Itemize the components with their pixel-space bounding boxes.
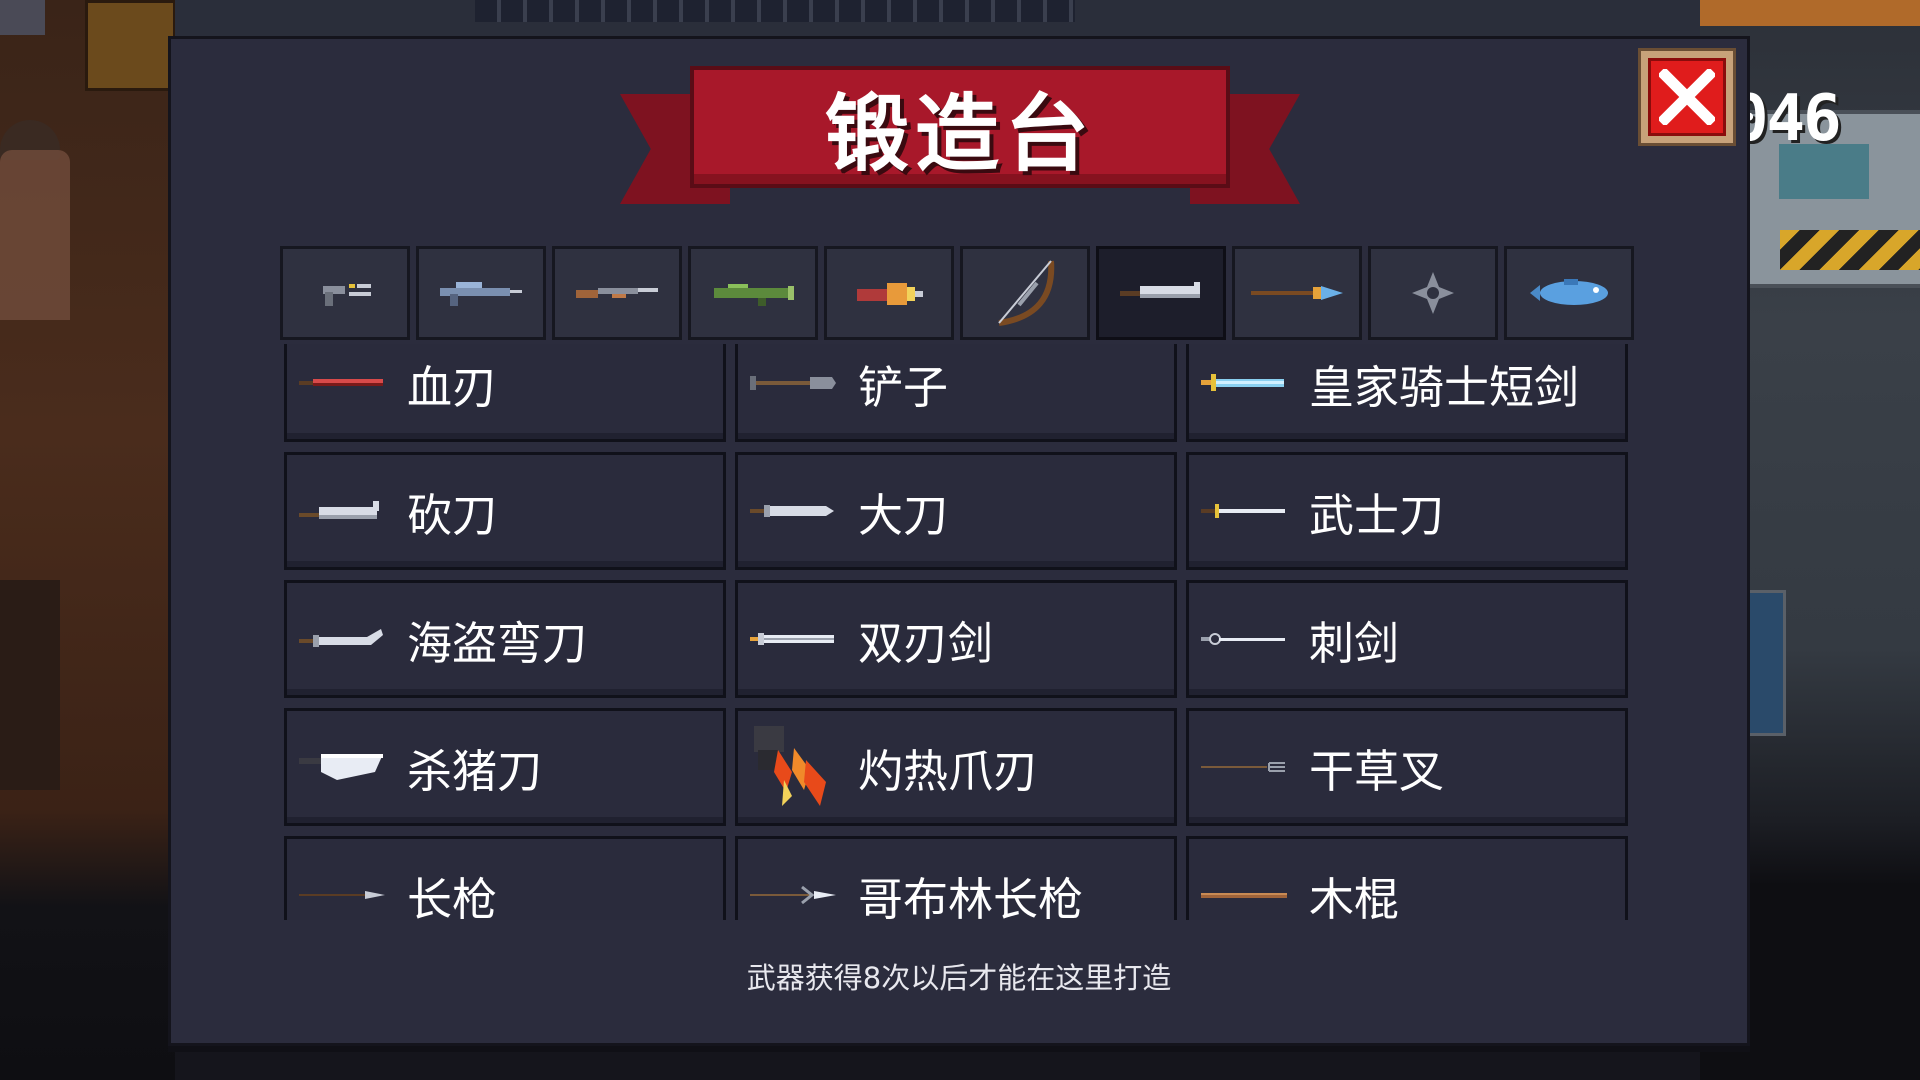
weapon-cell[interactable]: 哥布林长枪 [735,836,1177,920]
weapon-cell[interactable]: 铲子 [735,344,1177,442]
weapon-cell[interactable]: 海盗弯刀 [284,580,726,698]
background-crate [85,0,176,91]
tab-launcher[interactable] [688,246,818,340]
weapon-name: 海盗弯刀 [407,616,588,670]
hazard-stripes [1780,230,1920,270]
close-button[interactable] [1638,48,1736,146]
tab-pistol[interactable] [280,246,410,340]
katana-icon [1199,491,1295,531]
background-top-wall [175,0,1700,38]
weapon-name: 木棍 [1309,872,1400,921]
launcher-icon [714,284,794,306]
fish-icon [1530,279,1608,305]
spear-icon [1251,286,1343,300]
blazing-claw-icon [748,726,844,806]
blood-blade-icon [297,363,393,403]
title-banner: 锻造台 [620,66,1300,216]
double-edged-sword-icon [748,619,844,659]
machete-icon [297,491,393,531]
shovel-icon [748,363,844,403]
pitchfork-icon [1199,747,1295,787]
weapon-name: 大刀 [858,488,949,542]
weapon-cell[interactable]: 木棍 [1186,836,1628,920]
long-spear-icon [297,875,393,915]
dialog-title: 锻造台 [824,84,1095,183]
background-pipe [1700,0,1920,26]
weapon-cell[interactable]: 大刀 [735,452,1177,570]
tab-special[interactable] [1504,246,1634,340]
tab-spear[interactable] [1232,246,1362,340]
weapon-name: 皇家骑士短剑 [1309,360,1580,414]
close-icon [1648,58,1726,136]
weapon-name: 灼热爪刃 [858,744,1039,798]
tab-shotgun[interactable] [552,246,682,340]
forge-hint-text: 武器获得8次以后才能在这里打造 [746,961,1172,995]
background-left-scene [0,0,176,1080]
weapon-cell[interactable]: 双刃剑 [735,580,1177,698]
weapon-name: 干草叉 [1309,744,1445,798]
weapon-cell[interactable]: 皇家骑士短剑 [1186,344,1628,442]
tab-melee[interactable] [1096,246,1226,340]
weapon-cell[interactable]: 刺剑 [1186,580,1628,698]
goblin-spear-icon [748,875,844,915]
tab-throwing[interactable] [1368,246,1498,340]
weapon-cell[interactable]: 干草叉 [1186,708,1628,826]
weapon-cell[interactable]: 长枪 [284,836,726,920]
shotgun-icon [576,288,658,298]
weapon-name: 长枪 [407,872,498,921]
weapon-name: 砍刀 [407,488,498,542]
weapon-name: 武士刀 [1309,488,1445,542]
pistol-icon [323,284,371,306]
weapon-name: 刺剑 [1309,616,1400,670]
butcher-knife-icon [297,747,393,787]
weapon-name: 血刃 [407,360,498,414]
weapon-name: 杀猪刀 [407,744,543,798]
weapon-cell[interactable]: 血刃 [284,344,726,442]
tab-bow[interactable] [960,246,1090,340]
royal-knight-sword-icon [1199,363,1295,403]
weapon-category-tabs [280,246,1640,340]
background-prop [0,0,45,35]
tab-laser-gun[interactable] [824,246,954,340]
weapon-cell[interactable]: 灼热爪刃 [735,708,1177,826]
background-shelf [0,580,60,790]
bow-icon [998,260,1055,326]
melee-sword-icon [1120,282,1200,298]
pirate-cutlass-icon [297,619,393,659]
laser-gun-icon [857,283,923,305]
tab-rifle[interactable] [416,246,546,340]
weapon-cell[interactable]: 砍刀 [284,452,726,570]
rapier-icon [1199,619,1295,659]
weapon-name: 双刃剑 [858,616,994,670]
rifle-icon [440,282,522,306]
npc-character [0,150,70,320]
weapon-list[interactable]: 血刃 铲子 皇家骑士短剑砍刀 大刀 武士刀海盗弯刀 双刃剑 刺剑杀猪刀 灼热爪刃 干草叉长枪 哥布… [280,344,1640,920]
shuriken-icon [1412,272,1454,314]
weapon-cell[interactable]: 武士刀 [1186,452,1628,570]
weapon-name: 哥布林长枪 [858,872,1084,921]
background-vent [475,0,1075,22]
weapon-name: 铲子 [858,360,949,414]
weapon-cell[interactable]: 杀猪刀 [284,708,726,826]
banner-plate: 锻造台 [690,66,1230,188]
wooden-stick-icon [1199,875,1295,915]
broadsword-icon [748,491,844,531]
